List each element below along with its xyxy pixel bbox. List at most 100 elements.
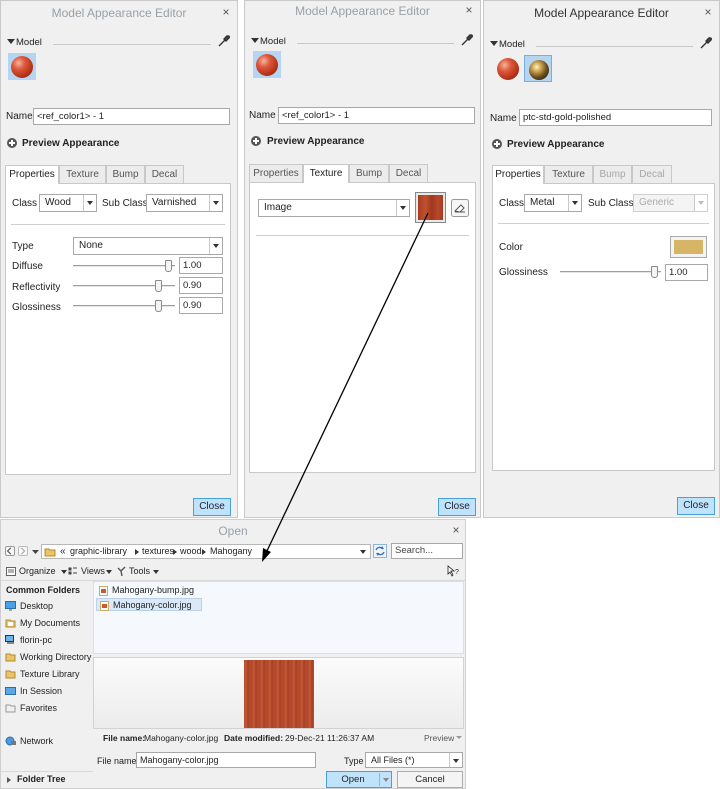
expand-plus-icon[interactable]: [251, 136, 261, 146]
tab-properties[interactable]: Properties: [5, 165, 59, 184]
gold-sphere-thumbnail[interactable]: [524, 55, 552, 82]
model-section-header[interactable]: Model: [488, 36, 713, 53]
expand-plus-icon[interactable]: [7, 138, 17, 148]
tab-properties[interactable]: Properties: [492, 165, 544, 184]
mahogany-preview-image: [244, 660, 314, 728]
glossiness-slider[interactable]: [560, 266, 661, 278]
open-button[interactable]: Open: [326, 771, 392, 788]
texture-swatch-button[interactable]: [415, 192, 446, 223]
preview-appearance-label[interactable]: Preview Appearance: [507, 139, 604, 150]
glossiness-input[interactable]: 0.90: [179, 297, 223, 314]
glossiness-slider[interactable]: [73, 300, 175, 312]
color-swatch-button[interactable]: [670, 236, 707, 258]
close-button[interactable]: Close: [677, 497, 715, 515]
help-cursor-icon[interactable]: ?: [447, 565, 460, 578]
slider-handle[interactable]: [165, 260, 172, 272]
address-bar[interactable]: « graphic-library textures wood Mahogany: [41, 544, 371, 559]
eyedropper-icon[interactable]: [217, 34, 231, 48]
favorites-icon: [5, 704, 16, 713]
divider: [256, 235, 469, 236]
tab-texture[interactable]: Texture: [303, 164, 349, 183]
preview-appearance-label[interactable]: Preview Appearance: [22, 138, 119, 149]
eyedropper-icon[interactable]: [460, 33, 474, 47]
close-icon[interactable]: ×: [219, 1, 233, 23]
tab-bump[interactable]: Bump: [106, 165, 145, 183]
tab-decal[interactable]: Decal: [145, 165, 184, 183]
reflectivity-slider[interactable]: [73, 280, 175, 292]
divider: [536, 46, 693, 47]
type-label: Type: [12, 241, 34, 252]
appearance-thumbnail[interactable]: [8, 53, 36, 80]
model-section-header[interactable]: Model: [249, 33, 474, 50]
tab-decal[interactable]: Decal: [389, 164, 428, 182]
preview-appearance-label[interactable]: Preview Appearance: [267, 136, 364, 147]
breadcrumb-item[interactable]: textures: [142, 545, 174, 558]
diffuse-slider[interactable]: [73, 260, 175, 272]
chevron-down-icon: [694, 195, 707, 211]
folder-icon: [5, 653, 16, 662]
gold-sphere-icon: [529, 60, 549, 80]
subclass-value: Varnished: [152, 197, 197, 208]
file-type-value: All Files (*): [371, 755, 415, 765]
breadcrumb-item[interactable]: graphic-library: [70, 545, 127, 558]
close-button[interactable]: Close: [438, 498, 476, 516]
eraser-icon[interactable]: [451, 199, 469, 217]
breadcrumb-item[interactable]: Mahogany: [210, 545, 252, 558]
tab-decal[interactable]: Decal: [632, 165, 672, 183]
folder-icon: [5, 670, 16, 679]
window-title: Model Appearance Editor: [534, 6, 669, 20]
close-button[interactable]: Close: [193, 498, 231, 516]
close-icon[interactable]: ×: [449, 519, 463, 541]
diffuse-input[interactable]: 1.00: [179, 257, 223, 274]
chevron-down-icon[interactable]: [360, 550, 366, 554]
close-icon[interactable]: ×: [462, 0, 476, 21]
slider-track: [560, 271, 661, 273]
tab-properties[interactable]: Properties: [249, 164, 303, 182]
refresh-icon[interactable]: [373, 544, 387, 558]
glossiness-input[interactable]: 1.00: [665, 264, 708, 281]
eyedropper-icon[interactable]: [699, 36, 713, 50]
tab-bump[interactable]: Bump: [593, 165, 632, 183]
texture-type-select[interactable]: Image: [258, 199, 410, 217]
list-item[interactable]: Mahogany-bump.jpg: [96, 584, 206, 597]
appearance-thumbnail[interactable]: [253, 51, 281, 78]
slider-handle[interactable]: [651, 266, 658, 278]
sidebar-item-label: My Documents: [20, 618, 81, 628]
chevron-down-icon[interactable]: [383, 778, 389, 782]
close-icon[interactable]: ×: [701, 1, 715, 23]
cancel-button[interactable]: Cancel: [397, 771, 463, 788]
svg-text:?: ?: [455, 569, 459, 576]
search-input[interactable]: Search...: [391, 543, 463, 559]
chevron-down-icon: [568, 195, 581, 211]
name-input[interactable]: <ref_color1> - 1: [33, 108, 230, 125]
collapse-triangle-icon: [251, 38, 259, 43]
red-sphere-thumbnail[interactable]: [496, 57, 522, 83]
tab-bar: Properties Texture Bump Decal: [249, 164, 475, 183]
subclass-select[interactable]: Varnished: [146, 194, 223, 212]
model-section-header[interactable]: Model: [5, 34, 231, 51]
type-select[interactable]: None: [73, 237, 223, 255]
tab-bump[interactable]: Bump: [349, 164, 389, 182]
expand-plus-icon[interactable]: [492, 139, 502, 149]
back-button[interactable]: [5, 546, 15, 556]
list-item-selected[interactable]: Mahogany-color.jpg: [96, 598, 202, 611]
tab-texture[interactable]: Texture: [59, 165, 106, 183]
slider-handle[interactable]: [155, 280, 162, 292]
type-value: None: [79, 240, 103, 251]
tab-texture[interactable]: Texture: [544, 165, 593, 183]
forward-button[interactable]: [18, 546, 28, 556]
filename-input[interactable]: Mahogany-color.jpg: [136, 752, 316, 768]
slider-handle[interactable]: [155, 300, 162, 312]
name-input[interactable]: ptc-std-gold-polished: [519, 109, 712, 126]
reflectivity-input[interactable]: 0.90: [179, 277, 223, 294]
name-input[interactable]: <ref_color1> - 1: [278, 107, 475, 124]
breadcrumb-item[interactable]: wood: [180, 545, 202, 558]
divider: [297, 43, 454, 44]
preview-toggle[interactable]: Preview: [424, 733, 462, 744]
file-type-select[interactable]: All Files (*): [365, 752, 463, 768]
class-select[interactable]: Metal: [524, 194, 582, 212]
tab-bar: Properties Texture Bump Decal: [492, 165, 714, 184]
texture-type-value: Image: [264, 202, 292, 213]
chevron-down-icon[interactable]: [32, 548, 39, 555]
class-select[interactable]: Wood: [39, 194, 97, 212]
